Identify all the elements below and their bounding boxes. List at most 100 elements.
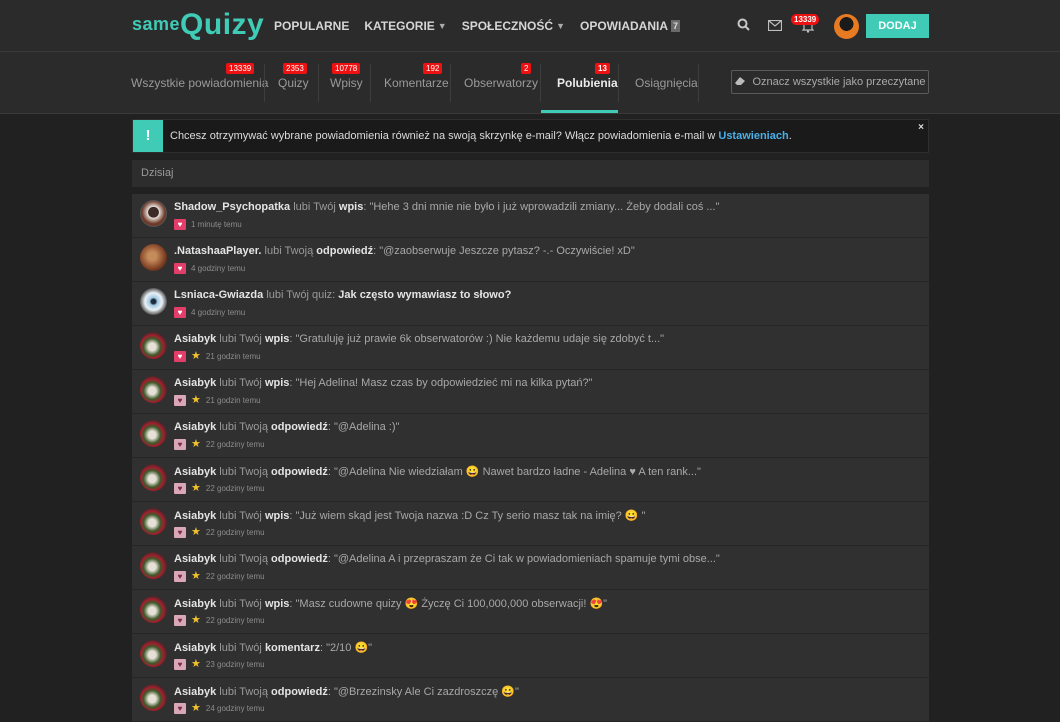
user-link[interactable]: Asiabyk xyxy=(174,421,216,433)
timestamp: 21 godzin temu xyxy=(205,396,261,405)
user-link[interactable]: Asiabyk xyxy=(174,333,216,345)
user-link[interactable]: Asiabyk xyxy=(174,686,216,698)
site-logo[interactable]: sameQuizy xyxy=(132,8,264,42)
close-icon[interactable]: × xyxy=(918,122,924,133)
timestamp: 4 godziny temu xyxy=(191,264,246,273)
nav-popularne[interactable]: POPULARNE xyxy=(274,19,349,33)
user-avatar[interactable] xyxy=(834,14,859,39)
heart-icon: ♥ xyxy=(174,351,186,362)
avatar[interactable] xyxy=(140,640,167,667)
object-link[interactable]: wpis xyxy=(339,201,363,213)
heart-icon: ♥ xyxy=(174,527,186,538)
star-icon: ★ xyxy=(191,570,201,582)
quiz-link[interactable]: Jak często wymawiasz to słowo? xyxy=(338,289,511,301)
heart-icon: ♥ xyxy=(174,219,186,230)
object-link[interactable]: wpis xyxy=(265,598,289,610)
list-item[interactable]: Asiabyk lubi Twoją odpowiedź: "@Brzezins… xyxy=(132,678,929,722)
user-link[interactable]: Asiabyk xyxy=(174,642,216,654)
star-icon: ★ xyxy=(191,482,201,494)
tab-osiagniecia[interactable]: Osiągnięcia xyxy=(635,52,698,114)
star-icon: ★ xyxy=(191,702,201,714)
list-item[interactable]: Shadow_Psychopatka lubi Twój wpis: "Hehe… xyxy=(132,194,929,238)
tab-komentarze[interactable]: Komentarze 192 xyxy=(384,52,449,114)
timestamp: 1 minutę temu xyxy=(191,220,242,229)
object-link[interactable]: wpis xyxy=(265,377,289,389)
nav-opowiadania[interactable]: OPOWIADANIA 7 xyxy=(580,19,680,33)
avatar[interactable] xyxy=(140,288,167,315)
nav-kategorie[interactable]: KATEGORIE ▼ xyxy=(364,19,446,33)
main-nav: POPULARNE KATEGORIE ▼ SPOŁECZNOŚĆ ▼ OPOWIA… xyxy=(274,19,695,33)
user-link[interactable]: Lsniaca-Gwiazda xyxy=(174,289,263,301)
list-item[interactable]: Asiabyk lubi Twój wpis: "Masz cudowne qu… xyxy=(132,590,929,634)
avatar[interactable] xyxy=(140,552,167,579)
object-link[interactable]: odpowiedź xyxy=(271,686,328,698)
mail-icon[interactable] xyxy=(767,19,783,34)
object-link[interactable]: odpowiedź xyxy=(271,421,328,433)
object-link[interactable]: odpowiedź xyxy=(271,466,328,478)
notifications-badge: 13339 xyxy=(791,14,820,25)
mark-all-read-button[interactable]: Oznacz wszystkie jako przeczytane xyxy=(731,70,929,94)
user-link[interactable]: .NatashaaPlayer. xyxy=(174,245,261,257)
avatar[interactable] xyxy=(140,376,167,403)
add-button[interactable]: DODAJ xyxy=(866,14,929,38)
user-link[interactable]: Asiabyk xyxy=(174,377,216,389)
exclamation-icon: ! xyxy=(133,120,163,152)
avatar[interactable] xyxy=(140,596,167,623)
timestamp: 22 godziny temu xyxy=(205,528,265,537)
avatar[interactable] xyxy=(140,244,167,271)
timestamp: 22 godziny temu xyxy=(205,440,265,449)
list-item[interactable]: Asiabyk lubi Twój komentarz: "2/10 😀" ♥ ★… xyxy=(132,634,929,678)
avatar[interactable] xyxy=(140,200,167,227)
object-link[interactable]: odpowiedź xyxy=(271,553,328,565)
list-item[interactable]: Lsniaca-Gwiazda lubi Twój quiz: Jak częs… xyxy=(132,282,929,326)
object-link[interactable]: wpis xyxy=(265,510,289,522)
tab-badge: 13339 xyxy=(226,63,255,74)
chevron-down-icon: ▼ xyxy=(556,21,565,31)
tab-polubienia[interactable]: Polubienia 13 xyxy=(557,52,618,114)
list-item[interactable]: Asiabyk lubi Twoją odpowiedź: "@Adelina … xyxy=(132,414,929,458)
tab-quizy[interactable]: Quizy 2353 xyxy=(278,52,309,114)
list-item[interactable]: Asiabyk lubi Twoją odpowiedź: "@Adelina … xyxy=(132,546,929,590)
avatar[interactable] xyxy=(140,508,167,535)
avatar[interactable] xyxy=(140,332,167,359)
settings-link[interactable]: Ustawieniach xyxy=(718,130,788,142)
user-link[interactable]: Asiabyk xyxy=(174,598,216,610)
star-icon: ★ xyxy=(191,350,201,362)
star-icon: ★ xyxy=(191,614,201,626)
user-link[interactable]: Asiabyk xyxy=(174,553,216,565)
user-link[interactable]: Asiabyk xyxy=(174,466,216,478)
heart-icon: ♥ xyxy=(174,263,186,274)
object-link[interactable]: odpowiedź xyxy=(316,245,373,257)
list-item[interactable]: .NatashaaPlayer. lubi Twoją odpowiedź: "… xyxy=(132,238,929,282)
heart-icon: ♥ xyxy=(174,395,186,406)
timestamp: 23 godziny temu xyxy=(205,660,265,669)
tab-divider xyxy=(318,64,319,102)
eraser-icon xyxy=(734,76,746,89)
tab-badge: 192 xyxy=(423,63,443,74)
user-link[interactable]: Shadow_Psychopatka xyxy=(174,201,290,213)
star-icon: ★ xyxy=(191,658,201,670)
tab-divider xyxy=(450,64,451,102)
heart-icon: ♥ xyxy=(174,439,186,450)
list-item[interactable]: Asiabyk lubi Twój wpis: "Już wiem skąd j… xyxy=(132,502,929,546)
tab-wszystkie[interactable]: Wszystkie powiadomienia 13339 xyxy=(131,52,268,114)
avatar[interactable] xyxy=(140,420,167,447)
list-item[interactable]: Asiabyk lubi Twój wpis: "Gratuluję już p… xyxy=(132,326,929,370)
tab-badge: 13 xyxy=(595,63,610,74)
avatar[interactable] xyxy=(140,464,167,491)
nav-spolecznosc[interactable]: SPOŁECZNOŚĆ ▼ xyxy=(462,19,565,33)
timestamp: 22 godziny temu xyxy=(205,572,265,581)
tab-divider xyxy=(264,64,265,102)
search-icon[interactable] xyxy=(737,18,750,34)
list-item[interactable]: Asiabyk lubi Twój wpis: "Hej Adelina! Ma… xyxy=(132,370,929,414)
object-link[interactable]: komentarz xyxy=(265,642,320,654)
object-link[interactable]: wpis xyxy=(265,333,289,345)
list-item[interactable]: Asiabyk lubi Twoją odpowiedź: "@Adelina … xyxy=(132,458,929,502)
tab-obserwatorzy[interactable]: Obserwatorzy 2 xyxy=(464,52,538,114)
tab-divider xyxy=(618,64,619,102)
user-link[interactable]: Asiabyk xyxy=(174,510,216,522)
timestamp: 24 godziny temu xyxy=(205,704,265,713)
timestamp: 21 godzin temu xyxy=(205,352,261,361)
tab-badge: 2353 xyxy=(283,63,307,74)
tab-wpisy[interactable]: Wpisy 10778 xyxy=(330,52,363,114)
